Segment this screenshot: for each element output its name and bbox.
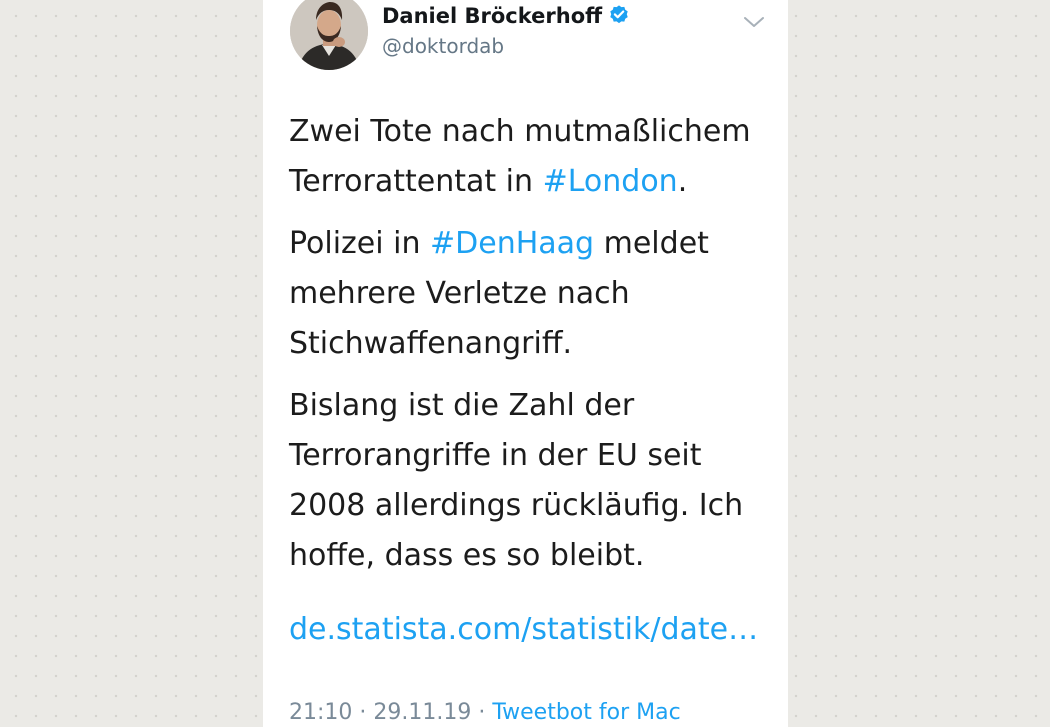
- tweet-text-segment: .: [677, 164, 688, 199]
- meta-separator: ·: [471, 700, 493, 725]
- tweet-text-segment: Bislang ist die Zahl der Terrorangriffe …: [289, 388, 744, 573]
- author-name[interactable]: Daniel Bröckerhoff: [382, 4, 602, 28]
- chevron-down-icon[interactable]: [742, 12, 766, 32]
- author-name-row[interactable]: Daniel Bröckerhoff: [382, 4, 630, 31]
- tweet-paragraph: Zwei Tote nach mutmaßlichem Terrorattent…: [289, 107, 769, 207]
- tweet-meta: 21:10 · 29.11.19 · Tweetbot for Mac: [289, 700, 681, 725]
- tweet-time[interactable]: 21:10: [289, 700, 352, 725]
- statista-link[interactable]: de.statista.com/statistik/date…: [289, 612, 758, 647]
- tweet-card: Daniel Bröckerhoff @doktordab Zwei Tote …: [263, 0, 788, 727]
- meta-separator: ·: [352, 700, 374, 725]
- hashtag-london[interactable]: #London: [543, 164, 678, 199]
- author-handle[interactable]: @doktordab: [382, 34, 504, 58]
- hashtag-denhaag[interactable]: #DenHaag: [430, 226, 594, 261]
- tweet-date[interactable]: 29.11.19: [373, 700, 471, 725]
- tweet-paragraph: Polizei in #DenHaag meldet mehrere Verle…: [289, 219, 769, 369]
- tweet-link-line: de.statista.com/statistik/date…: [289, 605, 769, 655]
- tweet-source-link[interactable]: Tweetbot for Mac: [492, 700, 680, 725]
- tweet-paragraph: Bislang ist die Zahl der Terrorangriffe …: [289, 381, 769, 581]
- verified-badge-icon: [608, 4, 630, 31]
- tweet-text-segment: Polizei in: [289, 226, 431, 261]
- tweet-text: Zwei Tote nach mutmaßlichem Terrorattent…: [289, 107, 769, 667]
- avatar[interactable]: [290, 0, 368, 70]
